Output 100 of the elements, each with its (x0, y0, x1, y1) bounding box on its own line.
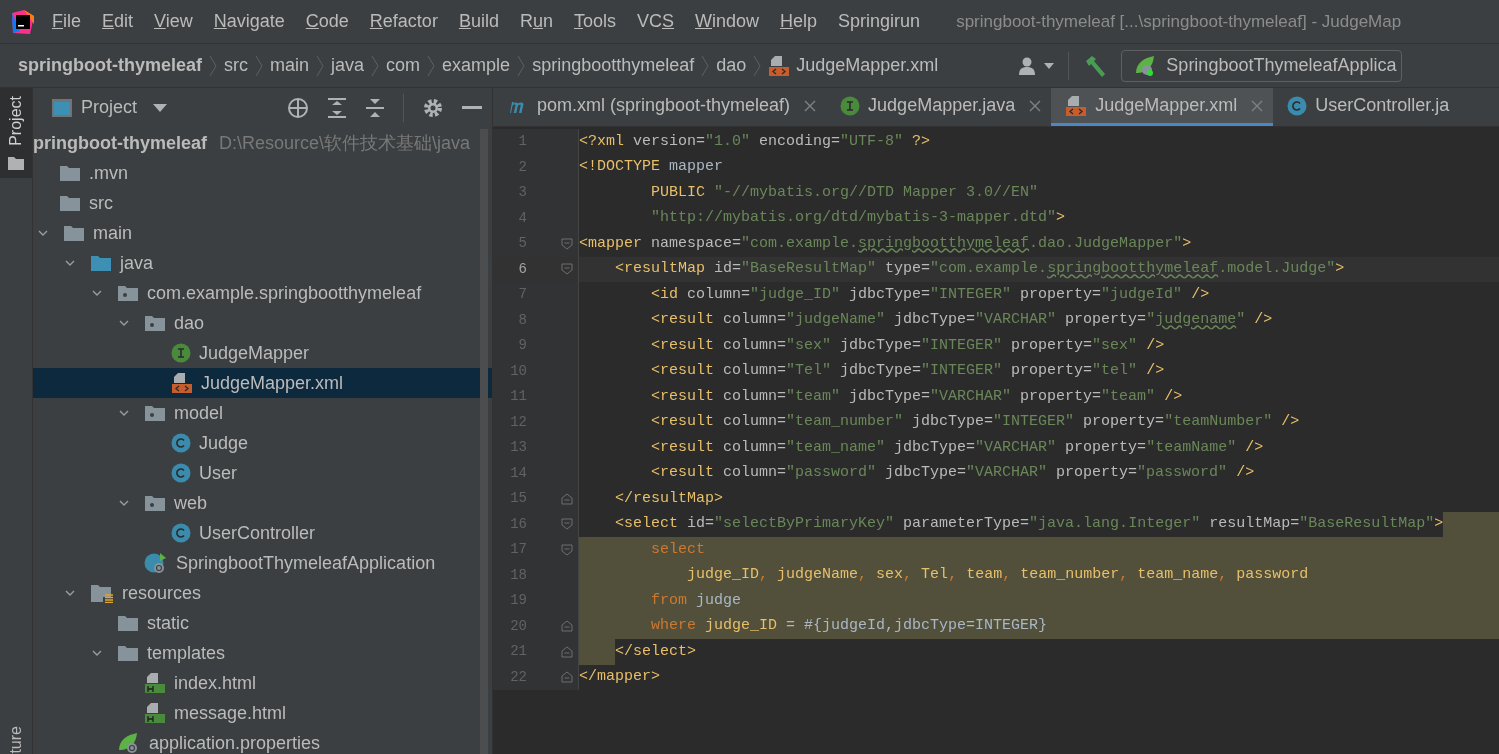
user-dropdown-button[interactable] (1018, 55, 1055, 76)
xml-file-icon (1065, 94, 1088, 117)
tree-item[interactable]: java (33, 248, 492, 278)
hammer-icon[interactable] (1083, 54, 1108, 77)
tree-item-label: static (147, 611, 189, 635)
menu-item[interactable]: Navigate (213, 8, 285, 35)
tree-item[interactable]: JudgeMapper.xml (33, 368, 492, 398)
locate-icon[interactable] (287, 96, 309, 119)
tool-window-tab[interactable]: Project (0, 88, 32, 178)
fold-marker-icon[interactable] (561, 620, 573, 633)
tree-item[interactable]: resources (33, 578, 492, 608)
editor-tab[interactable]: JudgeMapper.xml (1051, 88, 1274, 126)
menu-item[interactable]: Window (695, 8, 760, 35)
tree-item[interactable]: pringboot-thymeleaf D:\Resource\软件技术基础\java (33, 128, 492, 158)
html-file-icon (144, 702, 166, 724)
menu-item[interactable]: VCS (637, 8, 674, 35)
fold-marker-icon[interactable] (561, 263, 573, 276)
fold-marker-icon[interactable] (561, 645, 573, 658)
editor-tab[interactable]: UserController.ja (1273, 88, 1460, 126)
breadcrumb-item[interactable]: example (442, 52, 511, 79)
tree-item[interactable]: src (33, 188, 492, 218)
code-line: <result column="sex" jdbcType="INTEGER" property="sex" /> (650, 335, 1165, 356)
close-icon[interactable] (804, 99, 817, 112)
expand-all-icon[interactable] (327, 96, 347, 119)
editor-tab[interactable]: pom.xml (springboot-thymeleaf) (493, 88, 827, 126)
tree-item[interactable]: index.html (33, 668, 492, 698)
close-icon[interactable] (1251, 99, 1264, 112)
breadcrumb-item[interactable]: springboot-thymeleaf (18, 52, 202, 79)
breadcrumb-item[interactable]: JudgeMapper.xml (768, 52, 939, 79)
tree-item[interactable]: model (33, 398, 492, 428)
settings-icon[interactable] (422, 96, 444, 119)
menu-item[interactable]: Run (519, 8, 553, 35)
fold-marker-icon[interactable] (561, 671, 573, 684)
app-logo-icon (10, 8, 36, 35)
tree-item-label: resources (122, 581, 202, 605)
tree-item[interactable]: UserController (33, 518, 492, 548)
breadcrumb-item[interactable]: springbootthymeleaf (532, 52, 695, 79)
resources-folder-icon (90, 583, 114, 603)
class-icon (171, 523, 191, 543)
class-icon (171, 463, 191, 483)
tree-item[interactable]: SpringbootThymeleafApplication (33, 548, 492, 578)
scrollbar[interactable] (480, 129, 488, 754)
breadcrumb-separator-icon (701, 54, 710, 77)
menu-item[interactable]: View (154, 8, 193, 35)
menu-item[interactable]: Help (780, 8, 818, 35)
menu-item[interactable]: Code (305, 8, 349, 35)
tree-item[interactable]: application.properties (33, 728, 492, 754)
code-line: <result column="judgeName" jdbcType="VARCHAR" property="judgename" /> (650, 310, 1273, 330)
tool-window-tab[interactable]: ture (4, 726, 28, 754)
tree-item[interactable]: com.example.springbootthymeleaf (33, 278, 492, 308)
menu-item[interactable]: Edit (102, 8, 134, 35)
code-line: select (650, 539, 706, 560)
tree-item[interactable]: main (33, 218, 492, 248)
editor-tab[interactable]: JudgeMapper.java (826, 88, 1052, 126)
spring-class-icon (144, 551, 168, 575)
menu-item[interactable]: File (52, 8, 81, 35)
menu-item[interactable]: Refactor (369, 8, 438, 35)
html-file-icon (144, 672, 166, 694)
module-path: D:\Resource\软件技术基础\java (219, 131, 471, 155)
tab-label: pom.xml (springboot-thymeleaf) (537, 94, 791, 117)
run-configuration-dropdown[interactable]: SpringbootThymeleafApplica (1121, 49, 1402, 82)
code-line: <select id="selectByPrimaryKey" parameterType="java.lang.Integer" resultMap="BaseResultMap"> (614, 514, 1444, 534)
fold-marker-icon[interactable] (561, 543, 573, 556)
caret-icon[interactable] (153, 103, 168, 112)
breadcrumb-item[interactable]: dao (716, 52, 747, 79)
window-title: springboot-thymeleaf [...\springboot-thymeleaf] - JudgeMap (956, 10, 1402, 33)
panel-title[interactable]: Project (81, 94, 138, 121)
breadcrumb-item[interactable]: com (386, 52, 421, 79)
tree-item[interactable]: dao (33, 308, 492, 338)
breadcrumb-item[interactable]: src (224, 52, 248, 79)
close-icon[interactable] (1029, 99, 1042, 112)
tree-item-label: pringboot-thymeleaf (33, 131, 207, 155)
breadcrumb-item[interactable]: main (270, 52, 310, 79)
tree-item[interactable]: static (33, 608, 492, 638)
tree-item[interactable]: templates (33, 638, 492, 668)
breadcrumb-separator-icon (316, 54, 325, 77)
menu-item[interactable]: Tools (573, 8, 616, 35)
tree-item-label: User (199, 461, 237, 485)
tree-item[interactable]: .mvn (33, 158, 492, 188)
collapse-all-icon[interactable] (365, 96, 385, 119)
tree-item[interactable]: message.html (33, 698, 492, 728)
menu-item[interactable]: Springirun (838, 8, 921, 35)
tree-item-label: dao (174, 311, 205, 335)
fold-marker-icon[interactable] (561, 492, 573, 505)
tree-item[interactable]: web (33, 488, 492, 518)
fold-marker-icon[interactable] (561, 237, 573, 250)
tree-item[interactable]: User (33, 458, 492, 488)
minimize-icon[interactable] (462, 105, 482, 110)
menu-item[interactable]: Build (458, 8, 499, 35)
tree-item[interactable]: JudgeMapper (33, 338, 492, 368)
fold-marker-icon[interactable] (561, 518, 573, 531)
tree-item-label: JudgeMapper.xml (201, 371, 344, 395)
folder-icon (63, 224, 85, 242)
folder-icon (117, 644, 139, 662)
tree-item-label: java (120, 251, 154, 275)
tree-item-label: Judge (199, 431, 249, 455)
breadcrumb-item[interactable]: java (331, 52, 365, 79)
breadcrumb-separator-icon (371, 54, 380, 77)
tree-item[interactable]: Judge (33, 428, 492, 458)
tree-item-label: .mvn (89, 161, 128, 185)
